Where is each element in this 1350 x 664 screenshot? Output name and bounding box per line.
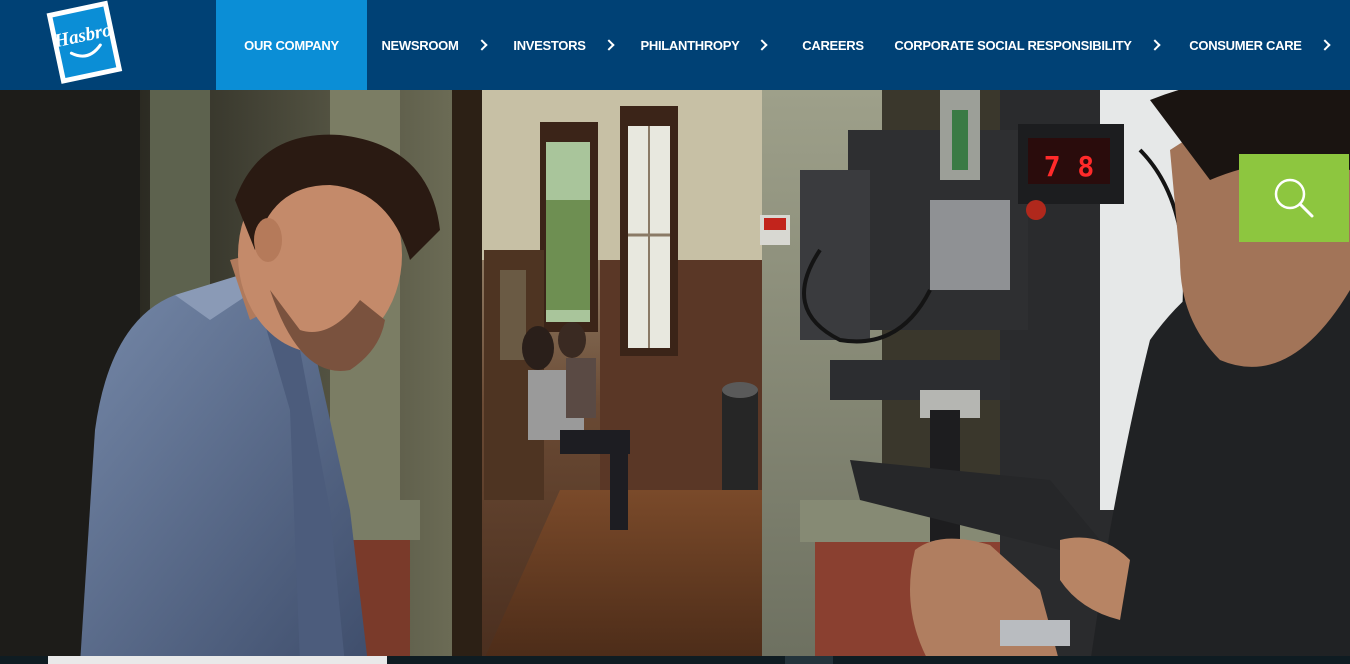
nav-label: CONSUMER CARE bbox=[1189, 37, 1302, 53]
nav-label: OUR COMPANY bbox=[244, 37, 339, 53]
chevron-right-icon bbox=[1319, 39, 1331, 51]
nav-label: INVESTORS bbox=[513, 37, 586, 53]
nav-label: PHILANTHROPY bbox=[640, 37, 740, 53]
nav-newsroom[interactable]: NEWSROOM bbox=[367, 0, 500, 90]
nav-label: NEWSROOM bbox=[381, 37, 459, 53]
nav-philanthropy[interactable]: PHILANTHROPY bbox=[626, 0, 781, 90]
site-header: Hasbro OUR COMPANY NEWSROOM INVESTORS PH… bbox=[0, 0, 1350, 90]
chevron-right-icon bbox=[1148, 39, 1161, 51]
nav-our-company[interactable]: OUR COMPANY bbox=[216, 0, 367, 90]
chevron-right-icon bbox=[602, 39, 615, 51]
nav-consumer-care[interactable]: CONSUMER CARE bbox=[1168, 0, 1350, 90]
search-button[interactable] bbox=[1239, 154, 1349, 242]
chevron-right-icon bbox=[475, 39, 488, 51]
video-scrub-handle[interactable] bbox=[785, 656, 833, 664]
video-progress-bar[interactable] bbox=[0, 656, 1350, 664]
hero-video[interactable]: 7 8 bbox=[0, 90, 1350, 664]
hasbro-logo[interactable]: Hasbro bbox=[0, 0, 216, 90]
nav-corporate-social-responsibility[interactable]: CORPORATE SOCIAL RESPONSIBILITY bbox=[885, 0, 1168, 90]
nav-investors[interactable]: INVESTORS bbox=[500, 0, 626, 90]
chevron-right-icon bbox=[756, 39, 769, 51]
video-progress-fill bbox=[48, 656, 387, 664]
search-icon bbox=[1274, 178, 1314, 218]
hero-scene-image: 7 8 bbox=[0, 90, 1350, 664]
main-nav: OUR COMPANY NEWSROOM INVESTORS PHILANTHR… bbox=[216, 0, 1350, 90]
nav-careers[interactable]: CAREERS bbox=[781, 0, 885, 90]
nav-label: CORPORATE SOCIAL RESPONSIBILITY bbox=[894, 37, 1132, 53]
camera-readout: 7 8 bbox=[1044, 150, 1095, 183]
nav-label: CAREERS bbox=[802, 37, 864, 53]
